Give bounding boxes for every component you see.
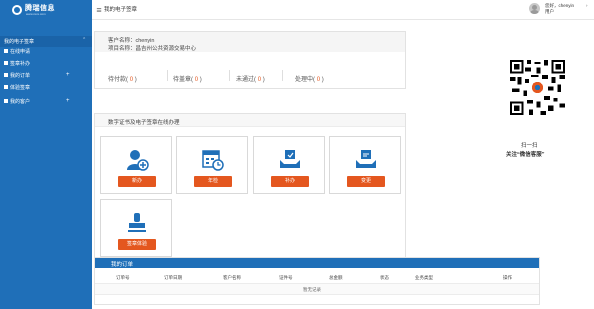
reissue-button[interactable]: 补办 [271,176,309,187]
stat-pending-payment[interactable]: 待付款( 0 ) [108,74,137,83]
sidebar-section-label: 我的电子签章 [4,39,35,45]
new-button[interactable]: 新办 [118,176,156,187]
sidebar-section-header[interactable]: 我的电子签章 ⌃ [0,36,92,47]
column-header: 订单号 [116,275,130,280]
sidebar-item-label: 在线申请 [10,49,31,55]
annual-check-button[interactable]: 年检 [194,176,232,187]
column-header: 证件号 [279,275,293,280]
qr-caption-scan: 扫一扫 [521,143,538,149]
sidebar-item-orders[interactable]: 我的订单 + [4,72,88,81]
online-services: 数字证书及电子签章在线办理 新办 年检 补办 变更 签章体验 [94,113,406,262]
sidebar: 我的电子签章 ⌃ 在线申请 签章补办 我的订单 + 体验签章 我的客户 + [0,20,92,309]
collapse-caret-icon: ⌃ [82,37,87,43]
empty-message: 暂无记录 [303,287,321,292]
services-header: 数字证书及电子签章在线办理 [95,114,405,127]
divider [282,70,283,81]
calendar-check-icon [202,150,224,171]
column-header: 业务类型 [415,275,433,280]
chart-icon [4,99,8,103]
service-card-new[interactable]: 新办 [100,136,172,194]
stamp-trial-button[interactable]: 签章体验 [118,239,156,250]
chart-icon [4,73,8,77]
change-button[interactable]: 变更 [347,176,385,187]
expand-plus-icon[interactable]: + [66,98,70,104]
stat-rejected[interactable]: 未通过( 0 ) [236,74,265,83]
services-title: 数字证书及电子签章在线办理 [108,120,180,126]
stat-processing[interactable]: 处理中( 0 ) [295,74,324,83]
list-icon [4,49,8,53]
sidebar-item-apply[interactable]: 在线申请 [4,48,88,57]
column-header: 客户名称 [223,275,241,280]
service-card-stamp-trial[interactable]: 签章体验 [100,199,172,257]
sidebar-item-customers[interactable]: 我的客户 + [4,98,88,107]
brand-logo[interactable]: 腾瑞信息 www.xxxx.com [0,0,92,20]
list-icon [4,85,8,89]
orders-column-headers: 订单号 订单日期 客户名称 证件号 总金额 状态 业务类型 操作 [95,271,539,284]
divider [167,70,168,81]
stat-pending-stamp[interactable]: 待盖章( 0 ) [173,74,202,83]
brand-subtitle: www.xxxx.com [26,12,46,16]
qr-caption-follow: 关注“微信客服” [506,152,545,158]
table-row: 暂无记录 [95,284,539,295]
new-user-icon [127,150,149,171]
menu-toggle-icon[interactable]: ≡ [94,4,104,16]
sidebar-item-label: 我的订单 [10,73,31,79]
orders-title: 我的订单 [111,262,134,268]
list-icon [4,61,8,65]
tab-my-signature[interactable]: 我的电子签章 [104,5,137,13]
logo-icon [12,5,22,15]
orders-header: 我的订单 [95,258,539,268]
service-card-reissue[interactable]: 补办 [253,136,325,194]
divider [229,70,230,81]
customer-name: 客户名称：chenyin [108,38,155,44]
sidebar-item-label: 我的客户 [10,99,31,105]
avatar[interactable] [529,3,540,14]
service-card-annual[interactable]: 年检 [176,136,248,194]
column-header: 状态 [380,275,389,280]
service-card-change[interactable]: 变更 [329,136,401,194]
wechat-qr-code [510,60,565,115]
sidebar-item-trial[interactable]: 体验签章 [4,84,88,93]
project-name: 项目名称：昌吉州公共资源交易中心 [108,46,197,52]
sidebar-item-label: 签章补办 [10,61,31,67]
main-content: 客户名称：chenyin 项目名称：昌吉州公共资源交易中心 待付款( 0 ) 待… [92,20,594,309]
stamp-icon [128,213,146,232]
column-header: 总金额 [329,275,343,280]
column-header: 订单日期 [164,275,182,280]
reissue-box-icon [280,150,300,168]
change-box-icon [356,150,376,168]
expand-plus-icon[interactable]: + [66,72,70,78]
sidebar-item-reissue[interactable]: 签章补办 [4,60,88,69]
orders-table: 我的订单 订单号 订单日期 客户名称 证件号 总金额 状态 业务类型 操作 暂无… [94,257,540,305]
sidebar-item-label: 体验签章 [10,85,31,91]
top-bar: 腾瑞信息 www.xxxx.com ≡ 我的电子签章 您好，chenyin 用户… [0,0,594,20]
user-role: 用户 [545,9,554,14]
account-summary: 客户名称：chenyin 项目名称：昌吉州公共资源交易中心 待付款( 0 ) 待… [94,31,406,89]
column-header: 操作 [503,275,512,280]
account-info-strip: 客户名称：chenyin 项目名称：昌吉州公共资源交易中心 [95,32,405,52]
user-menu-caret-icon[interactable]: › [586,3,588,8]
